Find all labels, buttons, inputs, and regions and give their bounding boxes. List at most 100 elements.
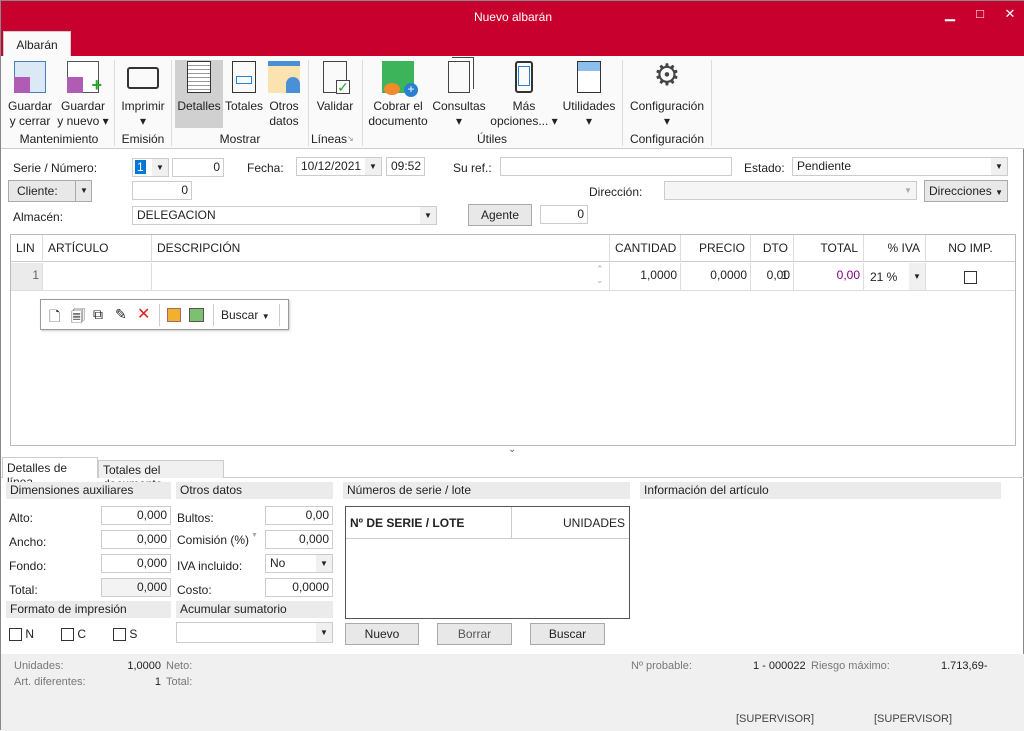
col-cantidad[interactable]: CANTIDAD: [610, 235, 681, 262]
noimp-checkbox[interactable]: [964, 271, 977, 284]
probable-label: Nº probable:: [631, 660, 692, 672]
chevron-down-icon: ▼: [75, 181, 92, 201]
chevron-down-icon: ▼: [316, 555, 332, 572]
precio-cell[interactable]: 0,0000: [681, 263, 751, 291]
lines-grid: LIN ARTÍCULO DESCRIPCIÓN CANTIDAD PRECIO…: [10, 234, 1016, 446]
cliente-field[interactable]: 0: [132, 181, 192, 200]
dto-cell[interactable]: 0,00: [751, 263, 794, 291]
comision-field[interactable]: 0,000: [265, 530, 333, 549]
tab-albaran[interactable]: Albarán: [3, 31, 71, 56]
col-total[interactable]: TOTAL: [794, 235, 864, 262]
col-lin[interactable]: LIN: [11, 235, 43, 262]
ancho-field[interactable]: 0,000: [101, 530, 171, 549]
close-button[interactable]: ✕: [995, 1, 1024, 29]
riesgo-label: Riesgo máximo:: [811, 660, 890, 672]
printer-icon: [127, 67, 159, 89]
save-close-button[interactable]: Guardar y cerrar: [7, 61, 53, 129]
checkbox[interactable]: [113, 628, 126, 642]
iva-cell[interactable]: 21 % ▼: [864, 263, 926, 291]
noimp-cell[interactable]: [926, 263, 1015, 291]
bultos-label: Bultos:: [177, 511, 214, 525]
cliente-button[interactable]: Cliente: ▼: [8, 180, 92, 202]
buscar-button[interactable]: Buscar: [530, 623, 605, 645]
image-icon[interactable]: [189, 308, 204, 322]
validate-button[interactable]: ✓ Validar: [313, 61, 357, 114]
queries-button[interactable]: Consultas ▾: [431, 61, 487, 129]
group-lineas: Líneas: [310, 132, 348, 146]
col-articulo[interactable]: ARTÍCULO: [43, 235, 152, 262]
fondo-field[interactable]: 0,000: [101, 554, 171, 573]
cantidad-cell[interactable]: 1,0000: [610, 263, 681, 291]
money-icon: +: [382, 61, 418, 97]
hora-field[interactable]: 09:52: [386, 157, 425, 176]
edit-icon[interactable]: ✎: [115, 306, 127, 323]
formato-n[interactable]: N: [9, 627, 34, 642]
descripcion-cell[interactable]: [152, 263, 610, 291]
col-serie-lote[interactable]: Nº DE SERIE / LOTE: [346, 507, 512, 539]
chevron-down-icon: ▼: [900, 182, 916, 199]
borrar-button[interactable]: Borrar: [437, 623, 512, 645]
col-precio[interactable]: PRECIO: [681, 235, 751, 262]
chevron-down-icon[interactable]: ▼: [251, 532, 258, 539]
spin-icon[interactable]: ⌃ ⌄: [596, 264, 604, 286]
iva-incluido-select[interactable]: No ▼: [265, 554, 333, 573]
notes-icon[interactable]: [167, 308, 181, 322]
total-status-label: Total:: [166, 676, 193, 688]
agente-button[interactable]: Agente: [468, 204, 532, 226]
minimize-button[interactable]: ▁: [935, 1, 965, 29]
chevron-down-icon: ▼: [991, 158, 1007, 175]
print-button[interactable]: Imprimir ▾: [119, 61, 167, 129]
status-area: Unidades: 1,0000 Neto: Art. diferentes: …: [1, 654, 1024, 731]
col-dto[interactable]: DTO 1: [751, 235, 794, 282]
checkbox[interactable]: [61, 628, 74, 642]
checkbox[interactable]: [9, 628, 22, 642]
costo-label: Costo:: [177, 583, 212, 597]
delete-icon[interactable]: ✕: [137, 304, 150, 324]
agente-field[interactable]: 0: [540, 205, 588, 224]
unidades-label: Unidades:: [14, 660, 64, 672]
formato-c[interactable]: C: [61, 627, 86, 642]
maximize-button[interactable]: □: [965, 1, 995, 29]
new-line-icon[interactable]: 🗋: [49, 306, 60, 330]
almacen-select[interactable]: DELEGACION ▼: [132, 206, 437, 225]
serie-select[interactable]: 1 ▼: [132, 158, 169, 177]
copy-icon[interactable]: ⧉: [93, 306, 103, 323]
tab-totales-documento[interactable]: Totales del documento: [98, 460, 224, 491]
details-button[interactable]: Detalles: [175, 60, 223, 128]
utilities-button[interactable]: Utilidades ▾: [561, 61, 617, 129]
dialog-launcher-icon[interactable]: ↘: [347, 134, 354, 143]
totals-button[interactable]: Totales: [224, 61, 264, 114]
more-options-button[interactable]: Más opciones... ▾: [489, 61, 559, 129]
acumular-header: Acumular sumatorio: [176, 601, 333, 618]
tab-detalles-linea[interactable]: Detalles de línea: [2, 457, 98, 489]
row-lin: 1: [11, 263, 43, 291]
articulo-cell[interactable]: [43, 263, 152, 291]
formato-s[interactable]: S: [113, 627, 137, 642]
save-new-button[interactable]: + Guardar y nuevo ▾: [57, 61, 109, 129]
fecha-field[interactable]: 10/12/2021 ▼: [296, 157, 382, 176]
expand-chevron-icon[interactable]: ⌄: [508, 444, 516, 455]
search-dropdown[interactable]: Buscar ▼: [221, 308, 270, 322]
checklist-icon: ✓: [323, 61, 350, 94]
col-iva[interactable]: % IVA: [864, 235, 926, 262]
alto-field[interactable]: 0,000: [101, 506, 171, 525]
probable-value: 1 - 000022: [753, 660, 806, 672]
direccion-select[interactable]: ▼: [664, 181, 917, 200]
estado-select[interactable]: Pendiente ▼: [792, 157, 1008, 176]
other-data-button[interactable]: Otros datos: [265, 61, 303, 129]
direccion-label: Dirección:: [589, 185, 643, 199]
configuration-button[interactable]: ⚙ Configuración ▾: [627, 61, 707, 129]
costo-field[interactable]: 0,0000: [265, 578, 333, 597]
numero-field[interactable]: 0: [172, 158, 224, 177]
bultos-field[interactable]: 0,00: [265, 506, 333, 525]
totals-icon: [232, 61, 256, 93]
col-unidades[interactable]: UNIDADES: [512, 507, 629, 539]
collect-button[interactable]: + Cobrar el documento: [367, 61, 429, 129]
acumular-select[interactable]: ▼: [176, 622, 333, 643]
col-descripcion[interactable]: DESCRIPCIÓN: [152, 235, 610, 262]
nuevo-button[interactable]: Nuevo: [345, 623, 419, 645]
direcciones-button[interactable]: Direcciones ▼: [924, 180, 1008, 202]
suref-field[interactable]: [500, 157, 732, 176]
insert-line-icon[interactable]: 🗐: [71, 306, 85, 330]
col-noimp[interactable]: NO IMP.: [926, 235, 1015, 262]
